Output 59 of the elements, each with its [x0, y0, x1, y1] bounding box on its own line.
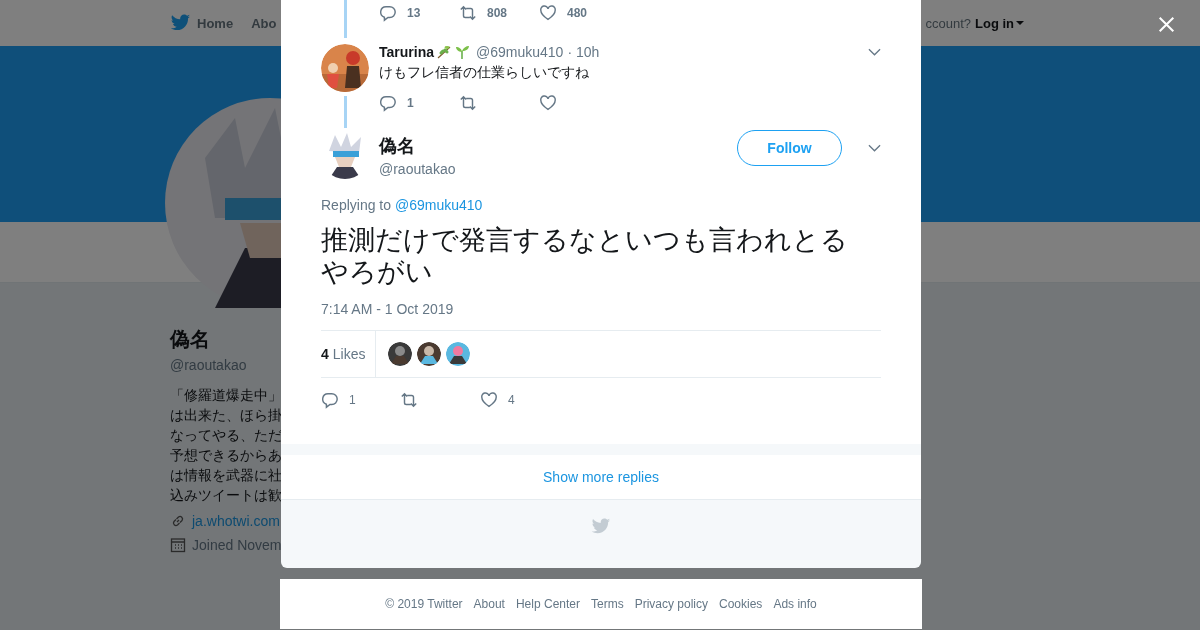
- footer-link[interactable]: Cookies: [719, 597, 763, 611]
- joined-date: Joined Novem: [192, 537, 282, 553]
- chevron-icon[interactable]: [868, 144, 881, 152]
- reply-icon[interactable]: [379, 4, 397, 22]
- show-more-replies-link[interactable]: Show more replies: [543, 469, 659, 485]
- heart-icon[interactable]: [480, 391, 498, 409]
- footer-link[interactable]: Terms: [591, 597, 624, 611]
- tweet-text: 推測だけで発言するなといつも言われとるやろがい: [321, 224, 849, 288]
- caret-icon[interactable]: [1016, 21, 1024, 25]
- mention-link[interactable]: @69muku410: [394, 197, 483, 213]
- seedling-icon: [454, 44, 470, 60]
- calendar-icon: [170, 537, 186, 553]
- profile-name: 偽名: [170, 327, 211, 352]
- footer-link[interactable]: Ads info: [773, 597, 817, 611]
- reply-count: 1: [407, 96, 414, 110]
- reply-icon[interactable]: [379, 94, 397, 112]
- bio-line: は出来た、ほら掛: [170, 406, 281, 425]
- tweet-timestamp[interactable]: 7:14 AM - 1 Oct 2019: [321, 301, 881, 317]
- bio-line: なってやる、ただ: [170, 426, 281, 445]
- retweet-count: 808: [487, 6, 508, 20]
- separator: ·: [567, 44, 573, 60]
- author-handle[interactable]: @raoutakao: [379, 160, 737, 177]
- likes-count[interactable]: 4: [321, 346, 329, 362]
- replying-label: Replying to: [321, 197, 392, 213]
- reply-count: 1: [349, 393, 356, 407]
- reply-count: 13: [407, 6, 421, 20]
- copyright-notice: © 2019 Twitter: [385, 597, 463, 611]
- author-handle[interactable]: @69muku410: [476, 44, 564, 60]
- likes-label[interactable]: Likes: [332, 346, 366, 362]
- footer-link[interactable]: Privacy policy: [634, 597, 708, 611]
- bio-line: 「修羅道爆走中」: [170, 386, 281, 405]
- reply-text: けもフレ信者の仕業らしいですね: [379, 64, 590, 82]
- profile-handle: @raoutakao: [170, 357, 248, 373]
- follow-button[interactable]: Follow: [737, 130, 842, 166]
- footer-link[interactable]: About: [473, 597, 505, 611]
- heart-icon[interactable]: [539, 4, 557, 22]
- close-icon[interactable]: [1158, 16, 1175, 33]
- author-name[interactable]: Tarurina: [379, 44, 434, 60]
- bio-line: 込みツイートは歓: [170, 486, 281, 505]
- retweet-icon[interactable]: [400, 391, 418, 409]
- bio-line: 予想できるからあ: [170, 446, 281, 465]
- login-link[interactable]: Log in: [975, 15, 1014, 31]
- like-count: 4: [508, 393, 515, 407]
- tweet-time[interactable]: 10h: [576, 44, 600, 60]
- retweet-icon[interactable]: [459, 94, 477, 112]
- reply-icon[interactable]: [321, 391, 339, 409]
- nav-link[interactable]: Abo: [251, 15, 277, 31]
- login-prompt: ccount?: [925, 15, 971, 31]
- link-icon: [170, 513, 186, 529]
- nav-link[interactable]: Home: [197, 15, 234, 31]
- bio-line: は情報を武器に社: [170, 466, 281, 485]
- bird-icon: [591, 518, 611, 535]
- retweet-icon[interactable]: [459, 4, 477, 22]
- like-count: 480: [567, 6, 588, 20]
- heart-icon[interactable]: [539, 94, 557, 112]
- footer-link[interactable]: Help Center: [515, 597, 580, 611]
- herb-icon: [436, 44, 452, 60]
- author-name[interactable]: 偽名: [379, 133, 737, 158]
- chevron-icon[interactable]: [868, 48, 881, 56]
